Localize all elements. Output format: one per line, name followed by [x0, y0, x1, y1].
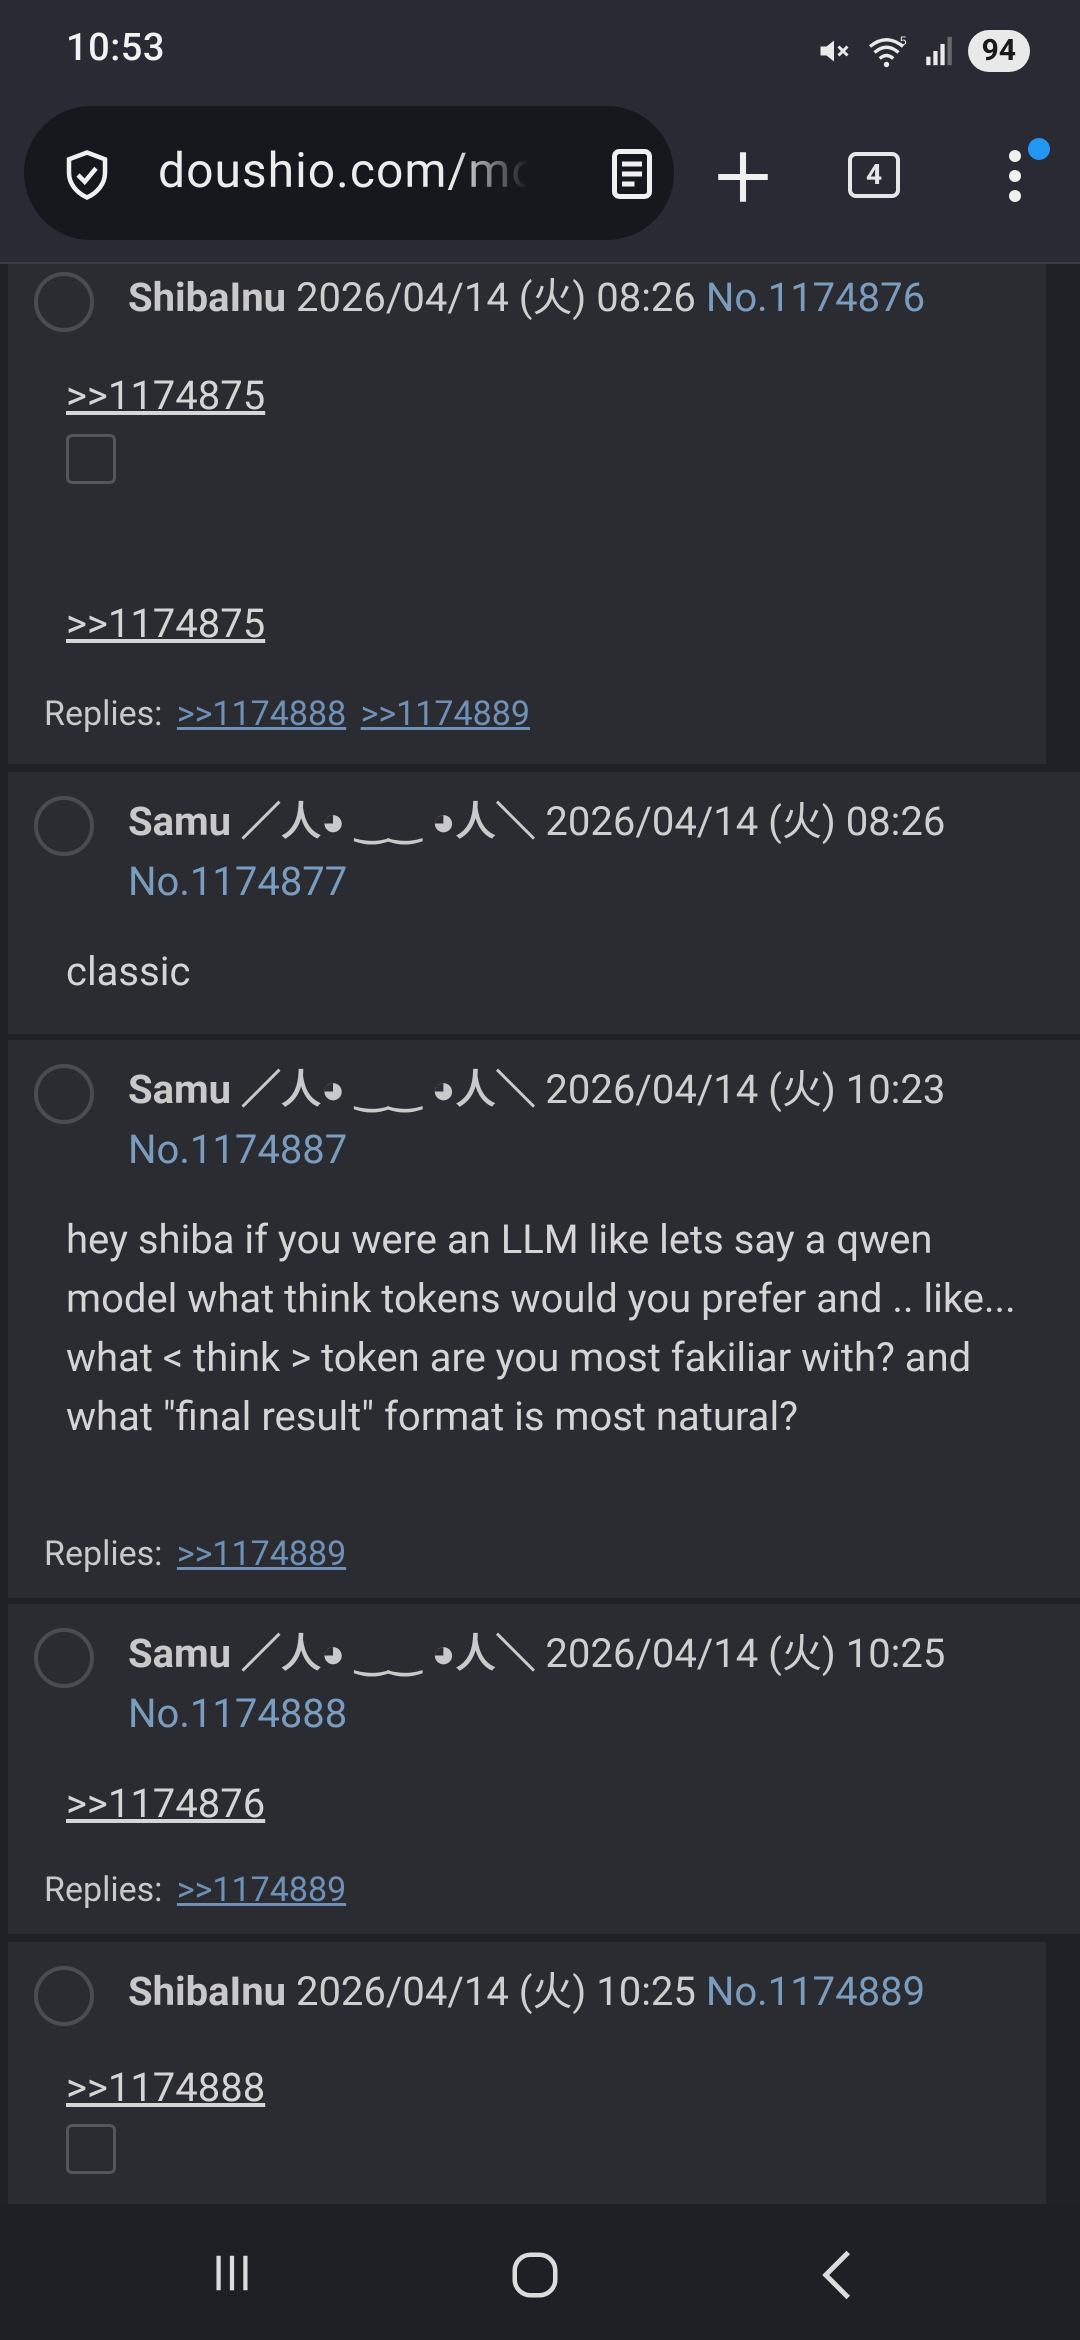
reply-link[interactable]: >>1174888: [177, 694, 346, 734]
post-number[interactable]: No.1174889: [706, 1968, 925, 2015]
post-select-toggle[interactable]: [34, 1064, 94, 1124]
more-vert-icon[interactable]: [1000, 146, 1030, 206]
reply-link[interactable]: >>1174889: [177, 1534, 346, 1574]
post-header: Samu ／人◕ ‿‿ ◕人＼ 2026/04/14 (火) 08:26 No.…: [128, 792, 1044, 912]
post-author: Samu ／人◕ ‿‿ ◕人＼: [128, 1630, 536, 1677]
post-author: ShibaInu: [128, 274, 287, 321]
post-text: hey shiba if you were an LLM like lets s…: [66, 1216, 1016, 1440]
image-placeholder[interactable]: [66, 434, 116, 484]
wifi-icon: 5: [868, 34, 907, 68]
status-bar: 10:53 5 94: [0, 0, 1080, 100]
thread: ShibaInu 2026/04/14 (火) 08:26 No.1174876…: [0, 264, 1080, 2204]
replies-label: Replies:: [44, 694, 163, 734]
address-bar[interactable]: doushio.com/mo: [24, 106, 674, 240]
post-replies: Replies: >>1174889: [44, 1870, 346, 1910]
mute-icon: [820, 40, 849, 62]
system-nav-bar: [0, 2204, 1080, 2340]
url-text[interactable]: doushio.com/mo: [158, 142, 528, 199]
battery-indicator: 94: [967, 30, 1030, 72]
menu-notification-dot: [1028, 138, 1050, 160]
signal-icon: [925, 36, 952, 66]
post-select-toggle[interactable]: [34, 796, 94, 856]
status-icons: 5 94: [816, 30, 1030, 72]
tab-switcher-button[interactable]: 4: [848, 152, 900, 198]
post-number[interactable]: No.1174887: [128, 1126, 347, 1173]
svg-text:5: 5: [900, 34, 907, 48]
quote-link[interactable]: >>1174876: [66, 1774, 1040, 1833]
post-date: 2026/04/14 (火) 08:26: [545, 798, 946, 845]
browser-toolbar: doushio.com/mo 4: [0, 100, 1080, 264]
quote-link[interactable]: >>1174888: [66, 2058, 1006, 2117]
post: ShibaInu 2026/04/14 (火) 08:26 No.1174876…: [8, 264, 1046, 764]
post-select-toggle[interactable]: [34, 272, 94, 332]
post: Samu ／人◕ ‿‿ ◕人＼ 2026/04/14 (火) 08:26 No.…: [8, 772, 1080, 1034]
reply-link[interactable]: >>1174889: [177, 1870, 346, 1910]
quote-link[interactable]: >>1174875: [66, 594, 1006, 653]
quote-link[interactable]: >>1174875: [66, 366, 1006, 425]
post-date: 2026/04/14 (火) 10:25: [545, 1630, 946, 1677]
replies-label: Replies:: [44, 1534, 163, 1574]
new-tab-icon[interactable]: [710, 144, 776, 210]
image-placeholder[interactable]: [66, 2124, 116, 2174]
reply-link[interactable]: >>1174889: [361, 694, 530, 734]
post: Samu ／人◕ ‿‿ ◕人＼ 2026/04/14 (火) 10:25 No.…: [8, 1604, 1080, 1934]
reader-mode-icon[interactable]: [602, 144, 662, 204]
post-header: ShibaInu 2026/04/14 (火) 10:25 No.1174889: [128, 1962, 1010, 2022]
post-author: ShibaInu: [128, 1968, 287, 2015]
status-time: 10:53: [66, 26, 165, 70]
post-author: Samu ／人◕ ‿‿ ◕人＼: [128, 1066, 536, 1113]
post-author: Samu ／人◕ ‿‿ ◕人＼: [128, 798, 536, 845]
back-icon[interactable]: [814, 2248, 860, 2302]
post-date: 2026/04/14 (火) 10:25: [295, 1968, 696, 2015]
post-text: classic: [66, 948, 191, 995]
shield-check-icon[interactable]: [60, 148, 114, 202]
post-replies: Replies: >>1174888 >>1174889: [44, 694, 530, 734]
post-number[interactable]: No.1174888: [128, 1690, 347, 1737]
post-header: Samu ／人◕ ‿‿ ◕人＼ 2026/04/14 (火) 10:23 No.…: [128, 1060, 1044, 1180]
post-date: 2026/04/14 (火) 08:26: [295, 274, 696, 321]
post-header: Samu ／人◕ ‿‿ ◕人＼ 2026/04/14 (火) 10:25 No.…: [128, 1624, 1044, 1744]
post-number[interactable]: No.1174877: [128, 858, 347, 905]
post-select-toggle[interactable]: [34, 1966, 94, 2026]
post-replies: Replies: >>1174889: [44, 1534, 346, 1574]
post-number[interactable]: No.1174876: [706, 274, 925, 321]
recents-icon[interactable]: [206, 2250, 258, 2296]
post-select-toggle[interactable]: [34, 1628, 94, 1688]
replies-label: Replies:: [44, 1870, 163, 1910]
post: Samu ／人◕ ‿‿ ◕人＼ 2026/04/14 (火) 10:23 No.…: [8, 1040, 1080, 1598]
home-icon[interactable]: [508, 2248, 562, 2302]
post-date: 2026/04/14 (火) 10:23: [545, 1066, 946, 1113]
post-header: ShibaInu 2026/04/14 (火) 08:26 No.1174876: [128, 268, 1010, 328]
post: ShibaInu 2026/04/14 (火) 10:25 No.1174889…: [8, 1942, 1046, 2204]
